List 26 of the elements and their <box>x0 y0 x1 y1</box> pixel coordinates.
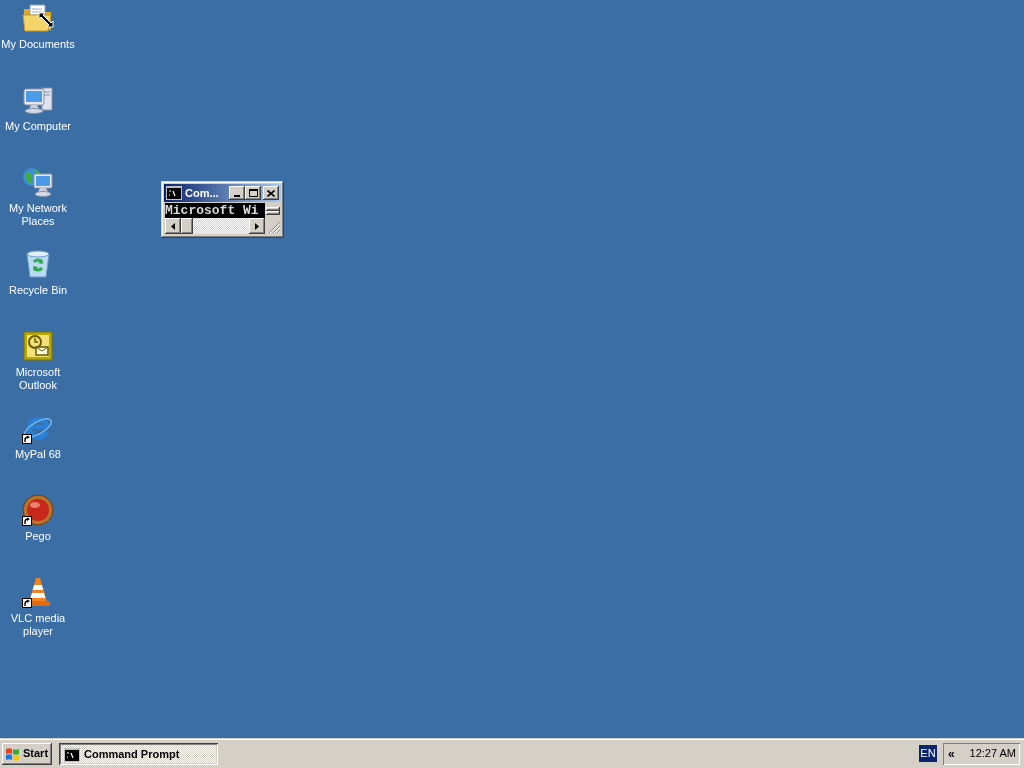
horizontal-scrollbar[interactable] <box>165 218 265 234</box>
console-output: Microsoft Wi <box>165 203 265 218</box>
close-button[interactable] <box>263 186 279 200</box>
close-icon <box>267 189 275 197</box>
scroll-right-button[interactable] <box>249 218 265 234</box>
minimize-button[interactable] <box>229 186 245 200</box>
resize-cursor-icon <box>38 12 54 28</box>
maximize-button[interactable] <box>245 186 261 200</box>
minimize-icon <box>234 195 240 197</box>
taskbar-button[interactable]: Command Prompt <box>59 742 218 765</box>
globe-computer-icon <box>22 166 54 198</box>
clock: 12:27 AM <box>969 746 1016 762</box>
right-arrow-icon <box>255 222 259 230</box>
language-indicator[interactable]: EN <box>919 745 937 762</box>
scrollbar-thumb[interactable] <box>181 218 193 234</box>
clock-envelope-icon <box>22 330 54 362</box>
show-hidden-icons-button[interactable]: « <box>947 746 956 761</box>
left-arrow-icon <box>171 222 175 230</box>
computer-icon <box>22 84 54 116</box>
scroll-left-button[interactable] <box>165 218 181 234</box>
window-title: Com... <box>185 186 219 200</box>
console-icon <box>64 747 80 762</box>
maximize-icon <box>248 189 258 197</box>
start-button[interactable]: Start <box>2 742 52 765</box>
flag-icon <box>5 746 21 761</box>
console-icon <box>166 186 182 200</box>
